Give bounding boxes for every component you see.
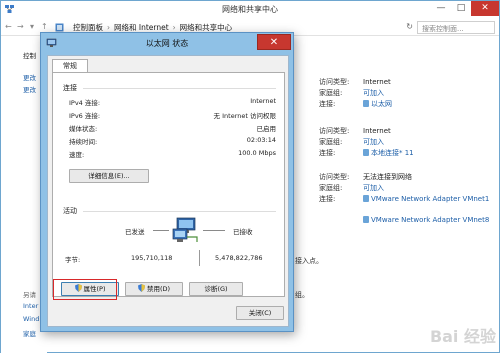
network-computers-icon bbox=[172, 217, 198, 242]
group-divider bbox=[83, 211, 276, 212]
text-fragment: 接入点。 bbox=[295, 257, 323, 265]
homegroup-label: 家庭组: bbox=[319, 89, 343, 97]
window-title: 网络和共享中心 bbox=[222, 5, 278, 14]
connection-label: 连接: bbox=[319, 149, 336, 157]
breadcrumb-sharing-center[interactable]: 网络和共享中心 bbox=[180, 23, 233, 32]
homegroup-link[interactable]: 可加入 bbox=[363, 138, 384, 146]
access-type-value: 无法连接到网络 bbox=[363, 173, 412, 181]
refresh-icon[interactable]: ↻ bbox=[406, 22, 413, 31]
property-key: 持续时间: bbox=[69, 138, 98, 146]
property-key: 速度: bbox=[69, 151, 85, 159]
bytes-divider bbox=[199, 250, 200, 266]
adapter-icon bbox=[363, 195, 369, 202]
property-value: 无 Internet 访问权限 bbox=[213, 112, 276, 120]
activity-group-label: 活动 bbox=[63, 207, 77, 215]
property-value: 已启用 bbox=[256, 125, 277, 133]
adapter-icon bbox=[363, 216, 369, 223]
bytes-received-value: 5,478,822,786 bbox=[215, 254, 263, 262]
access-type-value: Internet bbox=[363, 78, 391, 86]
property-value: Internet bbox=[250, 97, 276, 105]
access-type-label: 访问类型: bbox=[319, 78, 350, 86]
homegroup-label: 家庭组: bbox=[319, 138, 343, 146]
wireless-icon bbox=[363, 149, 369, 156]
property-key: IPv6 连接: bbox=[69, 112, 101, 120]
connection-group-label: 连接 bbox=[63, 84, 77, 92]
connection-link-local[interactable]: 本地连接* 11 bbox=[371, 149, 414, 157]
disable-button[interactable]: 禁用(D) bbox=[125, 282, 183, 296]
received-label: 已接收 bbox=[233, 228, 253, 236]
general-tab-page: 连接 IPv4 连接: Internet IPv6 连接: 无 Internet 访… bbox=[52, 72, 285, 297]
watermark-logo: Bai 经验 bbox=[429, 327, 496, 346]
text-fragment: 组。 bbox=[295, 291, 309, 299]
window-close-button[interactable]: ✕ bbox=[471, 1, 499, 16]
ethernet-icon bbox=[363, 100, 369, 107]
bytes-label: 字节: bbox=[65, 256, 81, 264]
connection-label: 连接: bbox=[319, 100, 336, 108]
access-type-label: 访问类型: bbox=[319, 173, 350, 181]
forward-arrow-icon[interactable]: → bbox=[17, 22, 24, 31]
received-line bbox=[203, 230, 225, 231]
property-row: 媒体状态: 已启用 bbox=[69, 123, 276, 133]
tab-general[interactable]: 常规 bbox=[52, 59, 88, 73]
history-chevron-icon[interactable]: ▾ bbox=[30, 22, 34, 31]
highlight-box bbox=[53, 279, 117, 300]
property-value: 100.0 Mbps bbox=[238, 149, 276, 157]
property-value: 02:03:14 bbox=[246, 136, 276, 144]
window-titlebar: 网络和共享中心 — □ ✕ bbox=[1, 1, 499, 18]
connection-link-vmnet8[interactable]: VMware Network Adapter VMnet8 bbox=[371, 216, 489, 224]
group-divider bbox=[83, 88, 276, 89]
property-row: IPv4 连接: Internet bbox=[69, 97, 276, 107]
control-panel-icon bbox=[55, 23, 64, 32]
maximize-button[interactable]: □ bbox=[451, 1, 471, 16]
up-arrow-icon[interactable]: ↑ bbox=[41, 22, 48, 31]
diagnose-button[interactable]: 诊断(G) bbox=[189, 282, 243, 296]
property-row: 持续时间: 02:03:14 bbox=[69, 136, 276, 146]
access-type-label: 访问类型: bbox=[319, 127, 350, 135]
sent-label: 已发送 bbox=[125, 228, 145, 236]
back-arrow-icon[interactable]: ← bbox=[5, 22, 12, 31]
homegroup-label: 家庭组: bbox=[319, 184, 343, 192]
dialog-close-button[interactable]: ✕ bbox=[257, 34, 291, 50]
property-key: IPv4 连接: bbox=[69, 99, 101, 107]
homegroup-link[interactable]: 可加入 bbox=[363, 184, 384, 192]
network-list: 访问类型: Internet 家庭组: 可加入 连接: 以太网 访问类型: Intern… bbox=[293, 37, 500, 353]
property-row: 速度: 100.0 Mbps bbox=[69, 149, 276, 159]
dialog-title: 以太网 状态 bbox=[145, 39, 189, 48]
minimize-button[interactable]: — bbox=[431, 1, 451, 16]
sent-line bbox=[153, 230, 169, 231]
homegroup-link[interactable]: 可加入 bbox=[363, 89, 384, 97]
breadcrumb-network-internet[interactable]: 网络和 Internet bbox=[114, 23, 169, 32]
connection-link-vmnet1[interactable]: VMware Network Adapter VMnet1 bbox=[371, 195, 489, 203]
connection-label: 连接: bbox=[319, 195, 336, 203]
uac-shield-icon bbox=[137, 284, 145, 292]
bytes-sent-value: 195,710,118 bbox=[131, 254, 173, 262]
close-button[interactable]: 关闭(C) bbox=[236, 306, 284, 320]
details-button[interactable]: 详细信息(E)... bbox=[69, 169, 149, 183]
property-key: 媒体状态: bbox=[69, 125, 98, 133]
breadcrumb-control-panel[interactable]: 控制面板 bbox=[73, 23, 103, 32]
connection-link-ethernet[interactable]: 以太网 bbox=[371, 100, 392, 108]
disable-button-label: 禁用(D) bbox=[146, 285, 171, 293]
access-type-value: Internet bbox=[363, 127, 391, 135]
property-row: IPv6 连接: 无 Internet 访问权限 bbox=[69, 110, 276, 120]
search-input[interactable]: 搜索控制面... bbox=[417, 21, 495, 34]
dialog-titlebar: 以太网 状态 ✕ bbox=[41, 33, 293, 53]
